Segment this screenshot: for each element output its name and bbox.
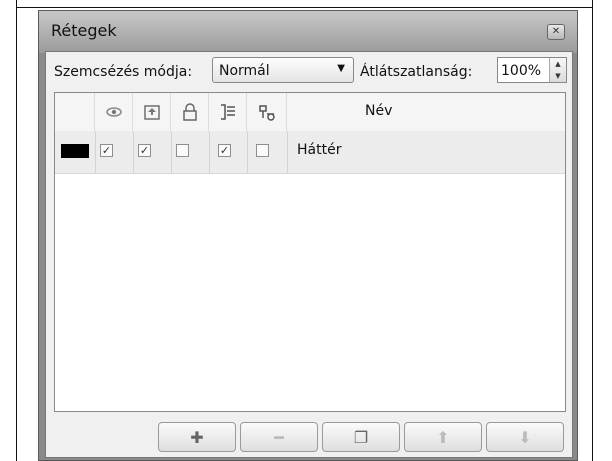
layer-color-swatch [61, 144, 89, 158]
layer-name[interactable]: Háttér [297, 142, 341, 158]
opacity-spinbox[interactable]: 100% ▲ ▼ [497, 57, 567, 83]
link-icon [259, 105, 275, 121]
header-paint-cell[interactable] [133, 93, 171, 131]
column-divider [209, 131, 210, 173]
minus-icon: ━ [274, 428, 284, 447]
move-layer-down-button[interactable]: ⬇ [486, 422, 564, 452]
add-layer-button[interactable]: ✚ [158, 422, 236, 452]
close-button[interactable]: ✕ [547, 24, 565, 40]
link-checkbox[interactable] [256, 144, 269, 157]
blend-mode-select[interactable]: Normál ▼ [212, 57, 354, 83]
arrow-down-icon: ⬇ [518, 428, 532, 447]
paint-layer-icon [144, 105, 160, 120]
layer-row[interactable]: ✓ ✓ ✓ Háttér [55, 131, 565, 174]
column-divider [95, 131, 96, 173]
mask-icon [221, 104, 235, 120]
blend-mode-value: Normál [219, 63, 270, 79]
layer-button-bar: ✚ ━ ❐ ⬆ ⬇ [46, 420, 572, 456]
eye-icon [106, 107, 122, 117]
visibility-checkbox[interactable]: ✓ [100, 144, 113, 157]
lock-icon [183, 103, 197, 121]
name-column-header[interactable]: Név [365, 103, 392, 119]
column-divider [133, 131, 134, 173]
layers-header-row: Név [55, 93, 565, 132]
header-visibility-cell[interactable] [95, 93, 133, 131]
layers-panel: Szemcsézés módja: Normál ▼ Átlátszatlans… [45, 51, 573, 458]
duplicate-layer-button[interactable]: ❐ [322, 422, 400, 452]
mask-checkbox[interactable]: ✓ [218, 144, 231, 157]
page-border-left [16, 0, 17, 461]
duplicate-icon: ❐ [353, 428, 369, 447]
chevron-down-icon: ▼ [337, 63, 345, 74]
column-divider [171, 131, 172, 173]
window-title: Rétegek [51, 21, 117, 40]
plus-icon: ✚ [190, 428, 204, 447]
layer-options-bar: Szemcsézés módja: Normál ▼ Átlátszatlans… [46, 52, 572, 92]
header-mask-cell[interactable] [209, 93, 247, 131]
header-color-cell [55, 93, 95, 131]
spin-arrows-icon[interactable]: ▲ ▼ [549, 58, 566, 82]
lock-checkbox[interactable] [176, 144, 189, 157]
move-layer-up-button[interactable]: ⬆ [404, 422, 482, 452]
opacity-label: Átlátszatlanság: [360, 64, 473, 80]
paint-checkbox[interactable]: ✓ [138, 144, 151, 157]
arrow-up-icon: ⬆ [436, 428, 450, 447]
header-lock-cell[interactable] [171, 93, 209, 131]
title-bar[interactable]: Rétegek ✕ [39, 11, 577, 53]
opacity-value: 100% [501, 63, 542, 79]
column-divider [247, 131, 248, 173]
remove-layer-button[interactable]: ━ [240, 422, 318, 452]
blend-mode-label: Szemcsézés módja: [54, 64, 193, 80]
page-border-top [16, 7, 593, 8]
header-link-cell[interactable] [247, 93, 287, 131]
layers-window: Rétegek ✕ Szemcsézés módja: Normál ▼ Átl… [38, 10, 578, 461]
layers-list: Név ✓ ✓ ✓ Háttér [54, 92, 566, 412]
page-border-right [592, 0, 593, 461]
column-divider [287, 131, 288, 173]
